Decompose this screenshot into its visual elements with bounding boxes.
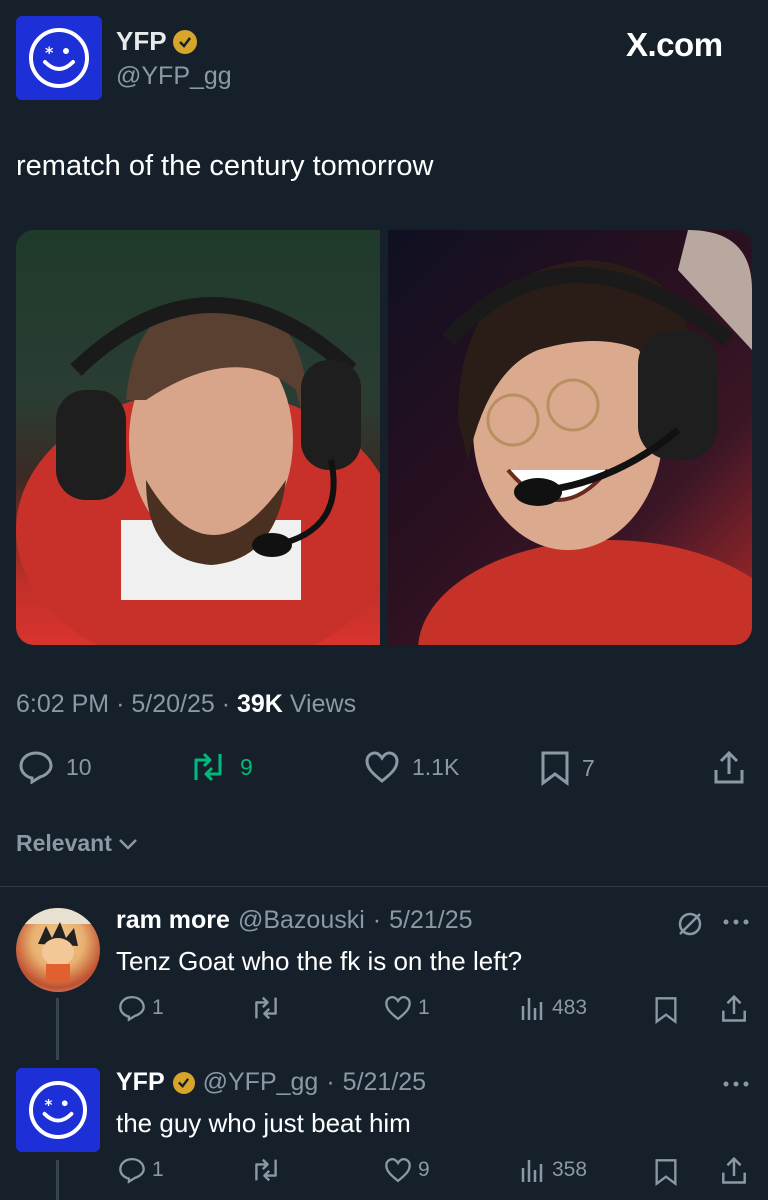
views-label: Views (289, 690, 357, 718)
bookmark-icon (541, 751, 569, 786)
reply-repost-button[interactable] (250, 994, 282, 1022)
divider (0, 886, 768, 887)
reply-like-count: 1 (418, 996, 430, 1019)
reply-reply-count: 1 (152, 1158, 164, 1181)
reply-bookmark-button[interactable] (654, 996, 678, 1024)
reply-date[interactable]: 5/21/25 (343, 1068, 426, 1097)
reply-author-name[interactable]: YFP (116, 1068, 165, 1097)
tweet-meta: 6:02 PM · 5/20/25 · 39K Views (16, 690, 356, 719)
reply-button[interactable]: 10 (18, 750, 92, 784)
views-icon (521, 998, 543, 1020)
share-icon (714, 750, 744, 784)
separator: · (326, 1068, 335, 1096)
bookmark-count: 7 (582, 754, 595, 781)
tweet-date[interactable]: 5/20/25 (131, 690, 214, 718)
reply-reply-count: 1 (152, 996, 164, 1019)
svg-text:*: * (45, 1096, 53, 1114)
reply-like-button[interactable]: 9 (384, 1156, 430, 1184)
reply-header: ram more @Bazouski · 5/21/25 (116, 906, 473, 935)
verified-badge-icon (172, 1071, 195, 1094)
thread-line (56, 1160, 59, 1200)
more-button[interactable] (722, 1074, 750, 1099)
share-button[interactable] (712, 750, 746, 786)
author-name[interactable]: YFP (116, 26, 167, 57)
tweet-time[interactable]: 6:02 PM (16, 690, 109, 718)
more-icon (723, 919, 749, 925)
bookmark-icon (655, 997, 677, 1024)
brand-text: X.com (626, 26, 723, 63)
reply-avatar[interactable] (16, 908, 100, 992)
like-button[interactable]: 1.1K (364, 750, 459, 784)
reply-views-count: 358 (552, 1158, 588, 1181)
reply-bookmark-button[interactable] (654, 1158, 678, 1186)
share-icon (722, 994, 746, 1022)
views-count: 39K (237, 690, 283, 718)
reply-views-button[interactable]: 358 (520, 1156, 587, 1184)
reply-date[interactable]: 5/21/25 (389, 906, 472, 935)
tweet-photo-right[interactable] (388, 230, 752, 645)
separator: · (221, 690, 231, 718)
reply-header: YFP @YFP_gg · 5/21/25 (116, 1068, 426, 1097)
like-icon (385, 1157, 411, 1183)
reply-reply-button[interactable]: 1 (118, 1156, 164, 1184)
svg-text:*: * (45, 43, 54, 62)
more-button[interactable] (722, 912, 750, 937)
reply-icon (119, 1157, 145, 1184)
reply-share-button[interactable] (720, 994, 748, 1024)
share-icon (722, 1156, 746, 1184)
more-icon (723, 1081, 749, 1087)
repost-icon (255, 1158, 277, 1182)
bookmark-icon (655, 1159, 677, 1186)
grok-icon (678, 912, 702, 936)
repost-icon (194, 752, 222, 782)
reply-like-button[interactable]: 1 (384, 994, 430, 1022)
separator: · (116, 690, 125, 718)
smiley-avatar-icon: * (29, 1081, 87, 1139)
thread-line (56, 998, 59, 1060)
author-avatar[interactable]: * (16, 16, 102, 100)
reply-author-handle[interactable]: @YFP_gg (203, 1068, 319, 1097)
sort-label: Relevant (16, 830, 112, 856)
author-handle[interactable]: @YFP_gg (116, 62, 232, 91)
like-icon (385, 995, 411, 1021)
author-name-row[interactable]: YFP (116, 26, 197, 57)
sort-dropdown[interactable]: Relevant (16, 830, 138, 857)
repost-button[interactable]: 9 (188, 750, 253, 784)
reply-icon (19, 751, 53, 784)
bookmark-button[interactable]: 7 (540, 750, 595, 786)
reply-count: 10 (66, 753, 92, 780)
like-icon (365, 751, 399, 783)
reply-author-name[interactable]: ram more (116, 906, 230, 935)
reply-avatar[interactable]: * (16, 1068, 100, 1152)
separator: · (372, 906, 382, 934)
reply-reply-button[interactable]: 1 (118, 994, 164, 1022)
reply-views-count: 483 (552, 996, 588, 1019)
tweet-media[interactable] (16, 230, 752, 645)
brand-logo: X.com (626, 26, 723, 64)
tweet-text: rematch of the century tomorrow (16, 150, 434, 182)
smiley-avatar-icon: * (29, 28, 89, 88)
grok-button[interactable] (676, 910, 704, 943)
like-count: 1.1K (412, 753, 460, 780)
reply-text: the guy who just beat him (116, 1108, 411, 1138)
reply-views-button[interactable]: 483 (520, 994, 587, 1022)
reply-repost-button[interactable] (250, 1156, 282, 1184)
reply-share-button[interactable] (720, 1156, 748, 1186)
chevron-down-icon (118, 838, 137, 850)
reply-text: Tenz Goat who the fk is on the left? (116, 946, 523, 976)
views-icon (521, 1160, 543, 1182)
repost-count: 9 (240, 753, 253, 780)
repost-icon (255, 996, 277, 1020)
reply-like-count: 9 (418, 1158, 430, 1181)
reply-icon (119, 995, 145, 1022)
verified-badge-icon (172, 29, 197, 54)
reply-author-handle[interactable]: @Bazouski (238, 906, 365, 935)
tweet-photo-left[interactable] (16, 230, 380, 645)
